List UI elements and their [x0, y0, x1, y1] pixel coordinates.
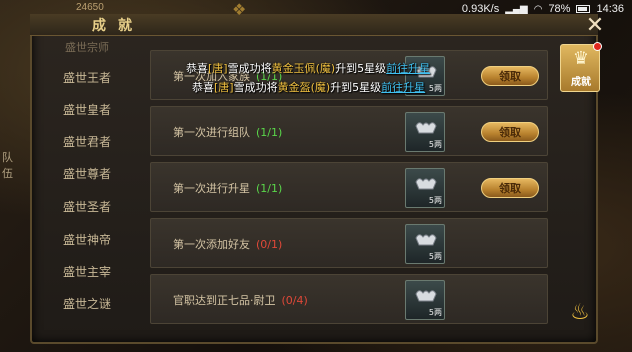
achievement-title-text: 第一次进行组队 [173, 126, 250, 139]
notice-faction: [唐] [208, 62, 228, 75]
achievement-title-text: 第一次添加好友 [173, 238, 250, 251]
tab-achievement[interactable]: ♛ 成就 [560, 42, 602, 92]
reward-slot[interactable]: 5两 [405, 168, 445, 208]
notice-prefix: 恭喜 [192, 81, 214, 94]
notice-item: 黄金玉佩(魔) [271, 62, 336, 75]
achievement-progress: (1/1) [256, 182, 283, 195]
reward-slot[interactable]: 5两 [405, 224, 445, 264]
reward-amount: 5两 [428, 140, 442, 149]
reward-amount: 5两 [428, 308, 442, 317]
sidebar-item[interactable]: 盛世王者 [36, 62, 138, 92]
achievement-progress: (0/1) [256, 238, 283, 251]
sidebar-item[interactable]: 盛世主宰 [36, 256, 138, 286]
notice-suffix: 升到5星级 [335, 62, 387, 75]
silver-ingot-icon [415, 290, 437, 302]
notice-player: 雪成功将 [227, 62, 272, 75]
silver-ingot-icon [415, 122, 437, 134]
notification-dot [593, 42, 602, 51]
achievement-row: 第一次进行升星 (1/1) 5两 领取 [150, 162, 548, 212]
signal-icon: ▂▄▆ [505, 3, 528, 15]
notice-prefix: 恭喜 [186, 62, 208, 75]
team-label[interactable]: 队 伍 [2, 150, 22, 182]
coin-counter: 24650 [76, 2, 104, 13]
wifi-icon: ◠ [533, 3, 543, 15]
achievement-title: 官职达到正七品·尉卫 (0/4) [173, 292, 308, 308]
notice-suffix: 升到5星级 [330, 81, 382, 94]
achievement-title: 第一次进行组队 (1/1) [173, 124, 282, 140]
sidebar-item[interactable]: 盛世宗师 [36, 32, 138, 62]
go-upgrade-link[interactable]: 前往升星 [386, 62, 430, 75]
notice-player: 雪成功将 [233, 81, 278, 94]
battery-icon [576, 5, 591, 13]
sidebar-item[interactable]: 盛世尊者 [36, 158, 138, 188]
achievement-row: 第一次进行组队 (1/1) 5两 领取 [150, 106, 548, 156]
sidebar-item[interactable]: 盛世圣者 [36, 191, 138, 221]
tab-achievement-label: 成就 [571, 77, 591, 88]
notice-item: 黄金盔(魔) [277, 81, 331, 94]
reward-slot[interactable]: 5两 [405, 112, 445, 152]
reward-amount: 5两 [428, 84, 442, 93]
sidebar-item[interactable]: 盛世皇者 [36, 94, 138, 124]
claim-button[interactable]: 领取 [481, 66, 539, 86]
server-notice: 恭喜[唐]雪成功将黄金盔(魔)升到5星级前往升星 [192, 79, 425, 95]
trophy-icon: ♛ [572, 48, 590, 69]
notice-faction: [唐] [214, 81, 234, 94]
server-notice: 恭喜[唐]雪成功将黄金玉佩(魔)升到5星级前往升星 [186, 60, 430, 76]
sidebar-item[interactable]: 盛世神帝 [36, 224, 138, 254]
sidebar-item[interactable]: 盛世君者 [36, 126, 138, 156]
dragon-ornament-icon: ❖ [232, 0, 247, 19]
achievement-title: 第一次进行升星 (1/1) [173, 180, 282, 196]
achievement-progress: (0/4) [281, 294, 308, 307]
achievement-title-text: 第一次进行升星 [173, 182, 250, 195]
close-button[interactable]: ✕ [583, 14, 607, 38]
claim-button[interactable]: 领取 [481, 178, 539, 198]
silver-ingot-icon [415, 234, 437, 246]
reward-amount: 5两 [428, 196, 442, 205]
reward-slot[interactable]: 5两 [405, 280, 445, 320]
category-sidebar: 盛世宗师 盛世王者 盛世皇者 盛世君者 盛世尊者 盛世圣者 盛世神帝 盛世主宰 … [36, 38, 138, 338]
claim-button[interactable]: 领取 [481, 122, 539, 142]
achievement-row: 官职达到正七品·尉卫 (0/4) 5两 [150, 274, 548, 324]
achievement-row: 第一次添加好友 (0/1) 5两 [150, 218, 548, 268]
achievement-progress: (1/1) [256, 126, 283, 139]
go-upgrade-link[interactable]: 前往升星 [381, 81, 425, 94]
silver-ingot-icon [415, 178, 437, 190]
sidebar-item[interactable]: 盛世之谜 [36, 288, 138, 318]
lamp-icon[interactable]: ♨ [566, 300, 594, 336]
achievement-title: 第一次添加好友 (0/1) [173, 236, 282, 252]
achievement-title-text: 官职达到正七品·尉卫 [173, 294, 276, 307]
reward-amount: 5两 [428, 252, 442, 261]
